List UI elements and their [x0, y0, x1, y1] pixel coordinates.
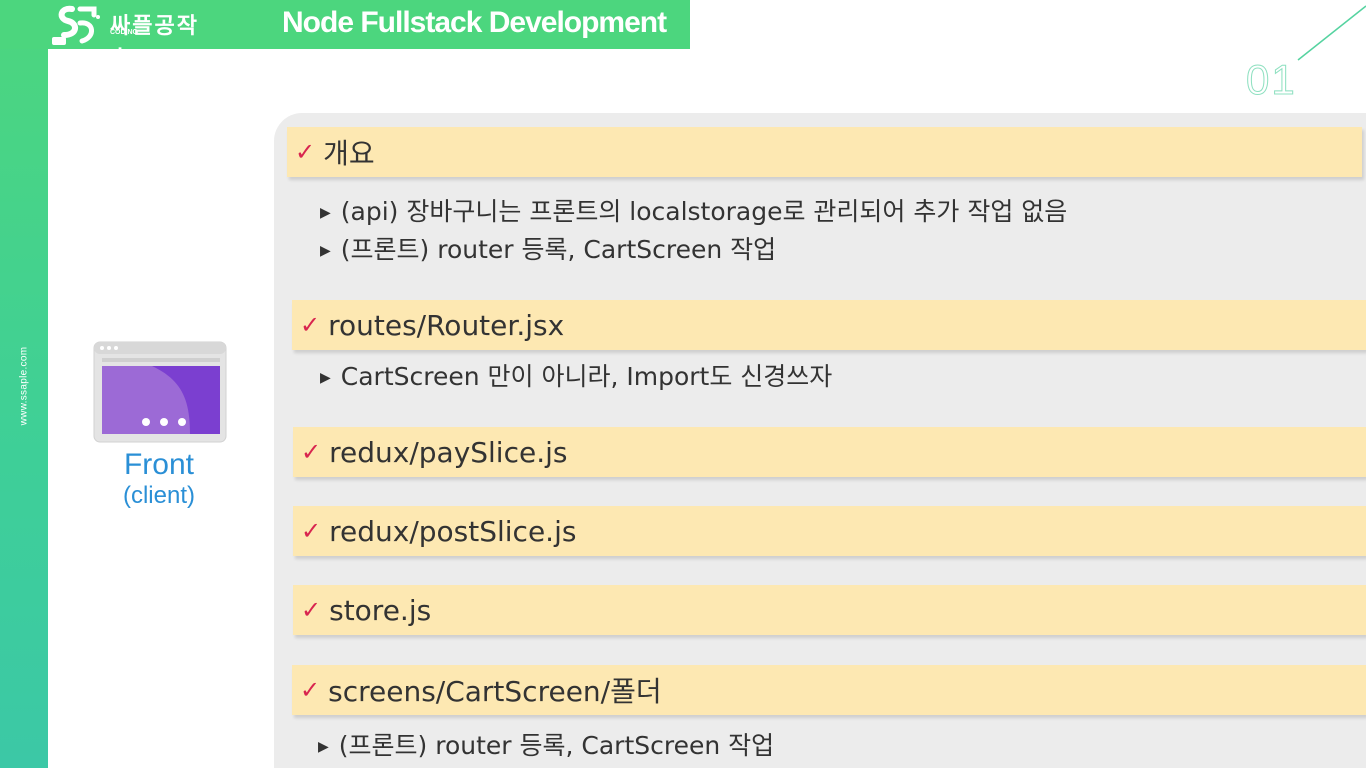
section-store: ✓ store.js — [293, 585, 1366, 635]
decorative-line — [1297, 5, 1366, 61]
list-item: ▶ (프론트) router 등록, CartScreen 작업 — [320, 235, 777, 264]
logo-sub: CODING — [110, 29, 138, 36]
logo-text: 싸플공작소 — [110, 14, 199, 71]
client-label: (client) — [122, 482, 195, 509]
list-item: ▶ (api) 장바구니는 프론트의 localstorage로 관리되어 추가 … — [320, 197, 1068, 226]
check-icon: ✓ — [295, 138, 316, 166]
logo: 싸플공작소 CODING — [50, 3, 220, 71]
triangle-bullet-icon: ▶ — [318, 739, 329, 755]
section-overview: ✓ 개요 — [287, 127, 1362, 177]
section-cartscreen: ✓ screens/CartScreen/폴더 — [292, 665, 1366, 715]
list-item: ▶ (프론트) router 등록, CartScreen 작업 — [318, 731, 775, 760]
check-icon: ✓ — [301, 517, 322, 545]
section-router: ✓ routes/Router.jsx — [292, 300, 1366, 350]
triangle-bullet-icon: ▶ — [320, 205, 331, 221]
triangle-bullet-icon: ▶ — [320, 243, 331, 259]
check-icon: ✓ — [301, 596, 322, 624]
section-title: 개요 — [323, 137, 375, 170]
triangle-bullet-icon: ▶ — [320, 370, 331, 386]
check-icon: ✓ — [300, 676, 321, 704]
side-url: www.ssaple.com — [18, 346, 30, 426]
logo-mark-icon — [52, 5, 100, 45]
section-title: store.js — [329, 593, 432, 627]
section-title: routes/Router.jsx — [328, 308, 565, 342]
section-title: redux/paySlice.js — [329, 435, 568, 469]
section-payslice: ✓ redux/paySlice.js — [293, 427, 1366, 477]
page-title: Node Fullstack Development — [282, 6, 667, 39]
front-label: Front — [123, 448, 195, 481]
check-icon: ✓ — [300, 311, 321, 339]
section-title: screens/CartScreen/폴더 — [328, 675, 662, 708]
section-title: redux/postSlice.js — [329, 514, 577, 548]
check-icon: ✓ — [301, 438, 322, 466]
page-number: 01 — [1246, 56, 1297, 104]
section-postslice: ✓ redux/postSlice.js — [293, 506, 1366, 556]
list-item: ▶ CartScreen 만이 아니라, Import도 신경쓰자 — [320, 362, 833, 391]
browser-window-icon — [93, 341, 227, 443]
